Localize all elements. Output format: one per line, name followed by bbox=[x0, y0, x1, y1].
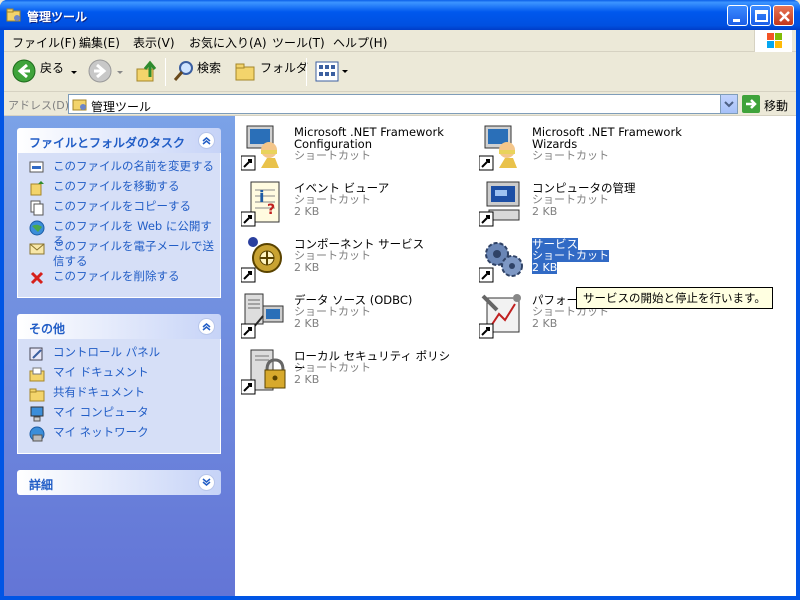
collapse-chevron-icon[interactable] bbox=[198, 318, 215, 335]
collapse-chevron-icon[interactable] bbox=[198, 132, 215, 149]
forward-dropdown-icon[interactable] bbox=[116, 59, 124, 85]
windows-logo-icon bbox=[754, 30, 792, 52]
shared-documents-icon bbox=[29, 388, 45, 402]
task-publish-web[interactable]: このファイルを Web に公開する bbox=[18, 219, 220, 248]
move-icon bbox=[30, 181, 44, 196]
menu-view[interactable]: 表示(V) bbox=[133, 34, 175, 51]
event-viewer-icon: i? bbox=[241, 181, 280, 227]
link-my-computer[interactable]: マイ コンピュータ bbox=[18, 405, 220, 425]
delete-icon bbox=[30, 271, 44, 285]
search-button[interactable]: 検索 bbox=[197, 59, 221, 76]
details-title: 詳細 bbox=[29, 478, 54, 492]
dotnet-config-icon bbox=[241, 125, 279, 171]
maximize-button[interactable] bbox=[750, 5, 771, 26]
file-list: Microsoft .NET Framework Configuration シ… bbox=[235, 116, 796, 596]
file-tasks-title: ファイルとフォルダのタスク bbox=[29, 136, 186, 150]
other-places-header[interactable]: その他 bbox=[17, 314, 221, 339]
address-value: 管理ツール bbox=[91, 100, 152, 114]
task-email[interactable]: このファイルを電子メールで送信する bbox=[18, 239, 220, 269]
performance-icon bbox=[479, 294, 521, 339]
dotnet-wizards-icon bbox=[479, 125, 517, 171]
file-item-event-viewer[interactable]: i? イベント ビューア ショートカット 2 KB bbox=[237, 176, 457, 232]
copy-icon bbox=[30, 200, 44, 216]
address-dropdown-icon[interactable] bbox=[720, 95, 737, 113]
menu-file[interactable]: ファイル(F) bbox=[12, 34, 76, 51]
explorer-window: 管理ツール ファイル(F) 編集(E) 表示(V) お気に入り(A) ツール(T… bbox=[0, 0, 800, 600]
close-button[interactable] bbox=[773, 5, 794, 26]
menu-favorites[interactable]: お気に入り(A) bbox=[189, 34, 267, 51]
address-input[interactable]: 管理ツール bbox=[68, 94, 738, 114]
menu-edit[interactable]: 編集(E) bbox=[79, 34, 120, 51]
window-title: 管理ツール bbox=[27, 10, 88, 24]
other-places-panel: その他 コントロール パネル マイ ドキュメント 共有ドキュメント マイ コンピ… bbox=[17, 314, 221, 454]
search-icon[interactable] bbox=[172, 59, 196, 85]
details-header[interactable]: 詳細 bbox=[17, 470, 221, 495]
file-item-services[interactable]: サービス ショートカット 2 KB bbox=[475, 232, 695, 288]
other-places-title: その他 bbox=[29, 322, 66, 336]
go-button[interactable]: 移動 bbox=[764, 97, 788, 114]
task-rename[interactable]: このファイルの名前を変更する bbox=[18, 159, 220, 179]
task-delete[interactable]: このファイルを削除する bbox=[18, 269, 220, 289]
services-gears-icon bbox=[479, 242, 523, 283]
file-tasks-panel: ファイルとフォルダのタスク このファイルの名前を変更する このファイルを移動する… bbox=[17, 128, 221, 298]
security-policy-lock-icon bbox=[241, 349, 286, 395]
other-places-list: コントロール パネル マイ ドキュメント 共有ドキュメント マイ コンピュータ … bbox=[17, 339, 221, 454]
file-item-odbc[interactable]: データ ソース (ODBC) ショートカット 2 KB bbox=[237, 288, 457, 344]
link-my-documents[interactable]: マイ ドキュメント bbox=[18, 365, 220, 385]
web-publish-icon bbox=[29, 220, 45, 236]
menu-tools[interactable]: ツール(T) bbox=[272, 34, 325, 51]
services-tooltip: サービスの開始と停止を行います。 bbox=[576, 287, 773, 309]
menu-bar: ファイル(F) 編集(E) 表示(V) お気に入り(A) ツール(T) ヘルプ(… bbox=[4, 30, 796, 52]
back-button[interactable]: 戻る bbox=[40, 59, 64, 76]
svg-text:?: ? bbox=[267, 202, 275, 218]
file-item-dotnet-config[interactable]: Microsoft .NET Framework Configuration シ… bbox=[237, 120, 457, 176]
file-item-component-services[interactable]: コンポーネント サービス ショートカット 2 KB bbox=[237, 232, 457, 288]
odbc-data-sources-icon bbox=[241, 293, 284, 339]
rename-icon bbox=[29, 161, 44, 173]
details-panel: 詳細 bbox=[17, 470, 221, 495]
up-folder-icon[interactable] bbox=[134, 59, 160, 85]
standard-toolbar: 戻る 検索 フォルダ bbox=[4, 52, 796, 92]
svg-text:i: i bbox=[259, 187, 264, 206]
file-item-computer-management[interactable]: コンピュータの管理 ショートカット 2 KB bbox=[475, 176, 695, 232]
forward-arrow-icon[interactable] bbox=[88, 59, 112, 85]
minimize-button[interactable] bbox=[727, 5, 748, 26]
file-item-dotnet-wizards[interactable]: Microsoft .NET Framework Wizards ショートカット bbox=[475, 120, 695, 176]
menu-help[interactable]: ヘルプ(H) bbox=[333, 34, 387, 51]
task-pane: ファイルとフォルダのタスク このファイルの名前を変更する このファイルを移動する… bbox=[4, 116, 235, 596]
component-services-icon bbox=[241, 237, 282, 283]
file-tasks-header[interactable]: ファイルとフォルダのタスク bbox=[17, 128, 221, 153]
task-copy[interactable]: このファイルをコピーする bbox=[18, 199, 220, 219]
my-network-icon bbox=[29, 426, 45, 442]
control-panel-icon bbox=[29, 347, 43, 361]
folders-button[interactable]: フォルダ bbox=[260, 59, 308, 76]
address-label: アドレス(D) bbox=[8, 99, 70, 112]
file-item-local-security-policy[interactable]: ローカル セキュリティ ポリシー ショートカット 2 KB bbox=[237, 344, 457, 400]
back-dropdown-icon[interactable] bbox=[70, 59, 78, 85]
email-icon bbox=[29, 243, 45, 255]
title-bar[interactable]: 管理ツール bbox=[0, 0, 800, 30]
link-my-network[interactable]: マイ ネットワーク bbox=[18, 425, 220, 445]
admin-tools-folder-icon bbox=[6, 7, 22, 23]
toolbar-separator bbox=[165, 58, 166, 86]
address-bar: アドレス(D) 管理ツール 移動 bbox=[4, 92, 796, 116]
folders-icon[interactable] bbox=[234, 59, 258, 85]
back-arrow-icon[interactable] bbox=[12, 59, 36, 85]
link-shared-documents[interactable]: 共有ドキュメント bbox=[18, 385, 220, 405]
expand-chevron-icon[interactable] bbox=[198, 474, 215, 491]
go-arrow-icon[interactable] bbox=[742, 95, 760, 113]
my-computer-icon bbox=[30, 406, 44, 422]
file-tasks-list: このファイルの名前を変更する このファイルを移動する このファイルをコピーする … bbox=[17, 153, 221, 298]
views-icon[interactable] bbox=[314, 59, 350, 85]
my-documents-icon bbox=[29, 367, 45, 382]
admin-tools-folder-icon bbox=[72, 99, 87, 111]
toolbar-separator bbox=[306, 58, 307, 86]
computer-management-icon bbox=[479, 181, 520, 227]
task-move[interactable]: このファイルを移動する bbox=[18, 179, 220, 199]
link-control-panel[interactable]: コントロール パネル bbox=[18, 345, 220, 365]
